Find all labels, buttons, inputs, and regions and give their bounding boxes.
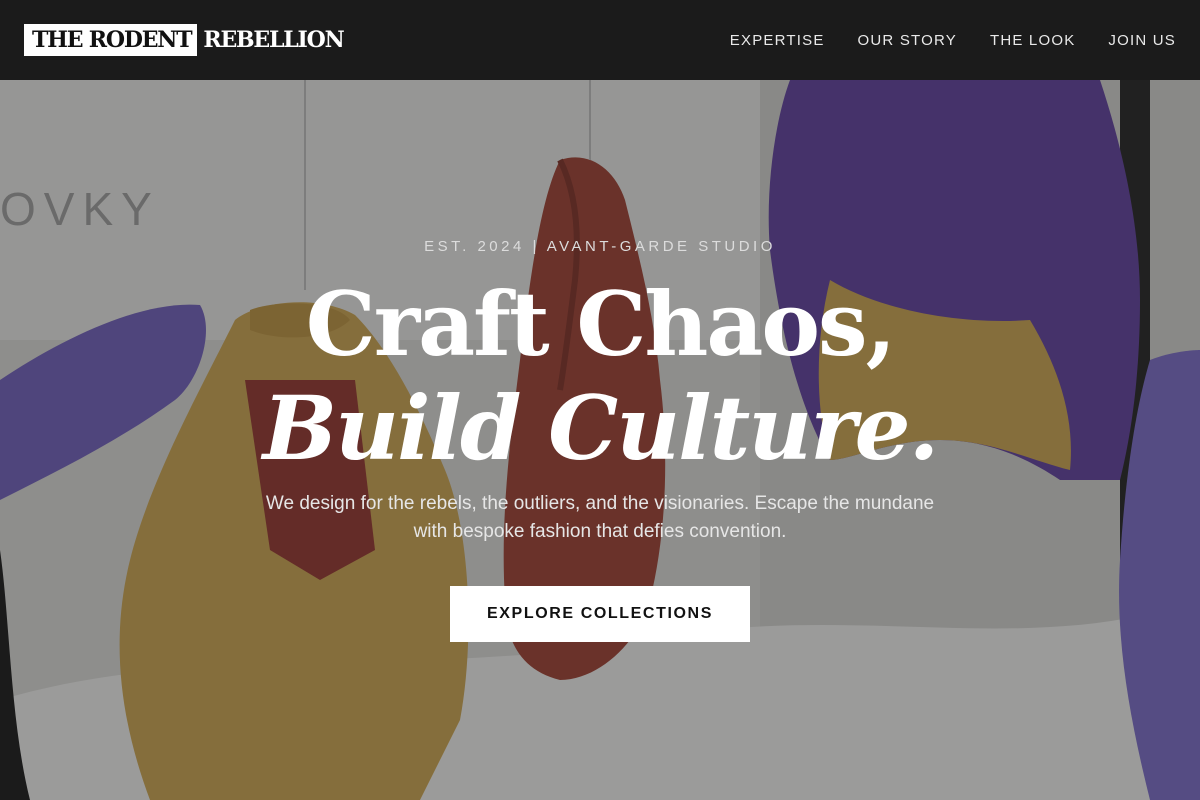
hero-headline-line-2: Build Culture. [262, 376, 939, 480]
hero-content: EST. 2024 | AVANT-GARDE STUDIO Craft Cha… [0, 80, 1200, 800]
nav-link-expertise[interactable]: EXPERTISE [730, 32, 825, 49]
brand-logo-text: REBELLION [203, 27, 344, 53]
nav-link-join-us[interactable]: JOIN US [1108, 32, 1176, 49]
page: THE RODENT REBELLION EXPERTISE OUR STORY… [0, 0, 1200, 800]
brand-logo-boxed: THE RODENT [24, 24, 198, 56]
explore-collections-button[interactable]: EXPLORE COLLECTIONS [450, 586, 750, 642]
hero-headline-line-1: Craft Chaos, [305, 272, 896, 376]
hero-section: OVKY EST. 2024 | AVANT-GARDE STUDIO Craf… [0, 80, 1200, 800]
nav-link-the-look[interactable]: THE LOOK [990, 32, 1075, 49]
nav-link-our-story[interactable]: OUR STORY [858, 32, 957, 49]
top-nav: THE RODENT REBELLION EXPERTISE OUR STORY… [0, 0, 1200, 80]
hero-eyebrow: EST. 2024 | AVANT-GARDE STUDIO [424, 238, 776, 255]
hero-description: We design for the rebels, the outliers, … [265, 493, 935, 542]
brand-logo[interactable]: THE RODENT REBELLION [24, 24, 345, 56]
nav-menu: EXPERTISE OUR STORY THE LOOK JOIN US [730, 32, 1176, 49]
